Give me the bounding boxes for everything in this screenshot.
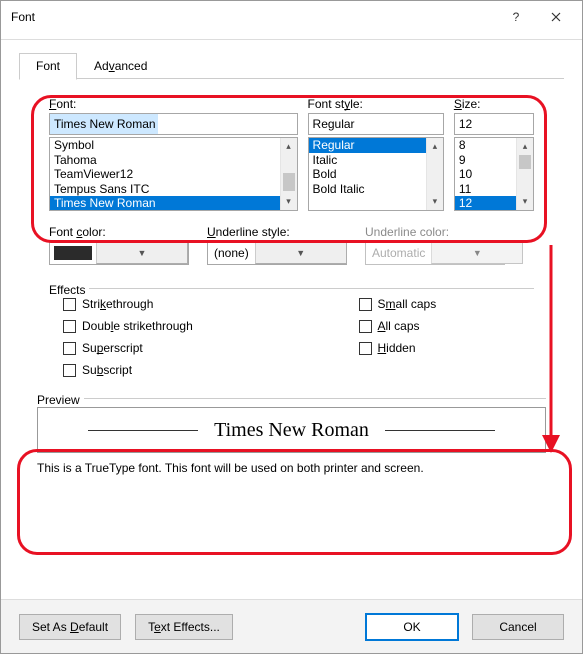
list-item[interactable]: Times New Roman <box>50 196 280 210</box>
list-item[interactable]: Tempus Sans ITC <box>50 182 280 197</box>
scrollbar[interactable]: ▴ ▾ <box>280 138 297 210</box>
underline-color-combo: Automatic ▼ <box>365 241 505 265</box>
font-color-label: Font color: <box>49 225 189 239</box>
style-label: Font style: <box>308 97 444 111</box>
font-label: Font: <box>49 97 298 111</box>
underline-style-label: Underline style: <box>207 225 347 239</box>
scroll-down-icon[interactable]: ▾ <box>281 193 297 210</box>
list-item[interactable]: Regular <box>309 138 426 153</box>
underline-color-label: Underline color: <box>365 225 505 239</box>
superscript-checkbox[interactable]: Superscript <box>63 341 239 355</box>
double-strikethrough-checkbox[interactable]: Double strikethrough <box>63 319 239 333</box>
dialog-footer: Set As Default Text Effects... OK Cancel <box>1 599 582 653</box>
scroll-up-icon[interactable]: ▴ <box>427 138 443 155</box>
style-input[interactable] <box>308 113 444 135</box>
set-as-default-button[interactable]: Set As Default <box>19 614 121 640</box>
tab-advanced[interactable]: Advanced <box>77 53 164 80</box>
titlebar: Font ? <box>1 1 582 33</box>
chevron-down-icon: ▼ <box>431 242 523 264</box>
list-item[interactable]: Italic <box>309 153 426 168</box>
list-item[interactable]: TeamViewer12 <box>50 167 280 182</box>
list-item[interactable]: Symbol <box>50 138 280 153</box>
text-effects-button[interactable]: Text Effects... <box>135 614 233 640</box>
underline-style-combo[interactable]: (none) ▼ <box>207 241 347 265</box>
list-item[interactable]: Tahoma <box>50 153 280 168</box>
preview-note: This is a TrueType font. This font will … <box>37 461 546 475</box>
list-item[interactable]: Bold Italic <box>309 182 426 197</box>
all-caps-checkbox[interactable]: All caps <box>359 319 535 333</box>
list-item[interactable]: Bold <box>309 167 426 182</box>
scrollbar[interactable]: ▴ ▾ <box>426 138 443 210</box>
scroll-down-icon[interactable]: ▾ <box>427 193 443 210</box>
subscript-checkbox[interactable]: Subscript <box>63 363 239 377</box>
help-button[interactable]: ? <box>496 3 536 31</box>
font-listbox[interactable]: SymbolTahomaTeamViewer12Tempus Sans ITCT… <box>49 137 298 211</box>
list-item[interactable]: 10 <box>455 167 516 182</box>
font-dialog: Font ? Font Advanced Font: SymbolTahomaT… <box>0 0 583 654</box>
chevron-down-icon: ▼ <box>96 242 188 264</box>
style-listbox[interactable]: RegularItalicBoldBold Italic ▴ ▾ <box>308 137 444 211</box>
scroll-down-icon[interactable]: ▾ <box>517 193 533 210</box>
close-button[interactable] <box>536 3 576 31</box>
size-listbox[interactable]: 89101112 ▴ ▾ <box>454 137 534 211</box>
list-item[interactable]: 9 <box>455 153 516 168</box>
hidden-checkbox[interactable]: Hidden <box>359 341 535 355</box>
effects-heading: Effects <box>49 283 89 297</box>
list-item[interactable]: 12 <box>455 196 516 210</box>
font-color-combo[interactable]: ▼ <box>49 241 189 265</box>
font-input[interactable] <box>49 113 298 135</box>
small-caps-checkbox[interactable]: Small caps <box>359 297 535 311</box>
size-label: Size: <box>454 97 534 111</box>
preview-heading: Preview <box>37 393 84 407</box>
scroll-up-icon[interactable]: ▴ <box>517 138 533 155</box>
ok-button[interactable]: OK <box>366 614 458 640</box>
cancel-button[interactable]: Cancel <box>472 614 564 640</box>
tab-font[interactable]: Font <box>19 53 77 80</box>
strikethrough-checkbox[interactable]: Strikethrough <box>63 297 239 311</box>
preview-sample: Times New Roman <box>214 419 369 442</box>
color-swatch <box>54 246 92 260</box>
window-title: Font <box>11 10 496 24</box>
tab-strip: Font Advanced <box>19 52 564 79</box>
size-input[interactable] <box>454 113 534 135</box>
chevron-down-icon: ▼ <box>255 242 347 264</box>
close-icon <box>551 12 561 22</box>
scrollbar[interactable]: ▴ ▾ <box>516 138 533 210</box>
list-item[interactable]: 11 <box>455 182 516 197</box>
preview-box: Times New Roman <box>37 407 546 453</box>
list-item[interactable]: 8 <box>455 138 516 153</box>
scroll-up-icon[interactable]: ▴ <box>281 138 297 155</box>
